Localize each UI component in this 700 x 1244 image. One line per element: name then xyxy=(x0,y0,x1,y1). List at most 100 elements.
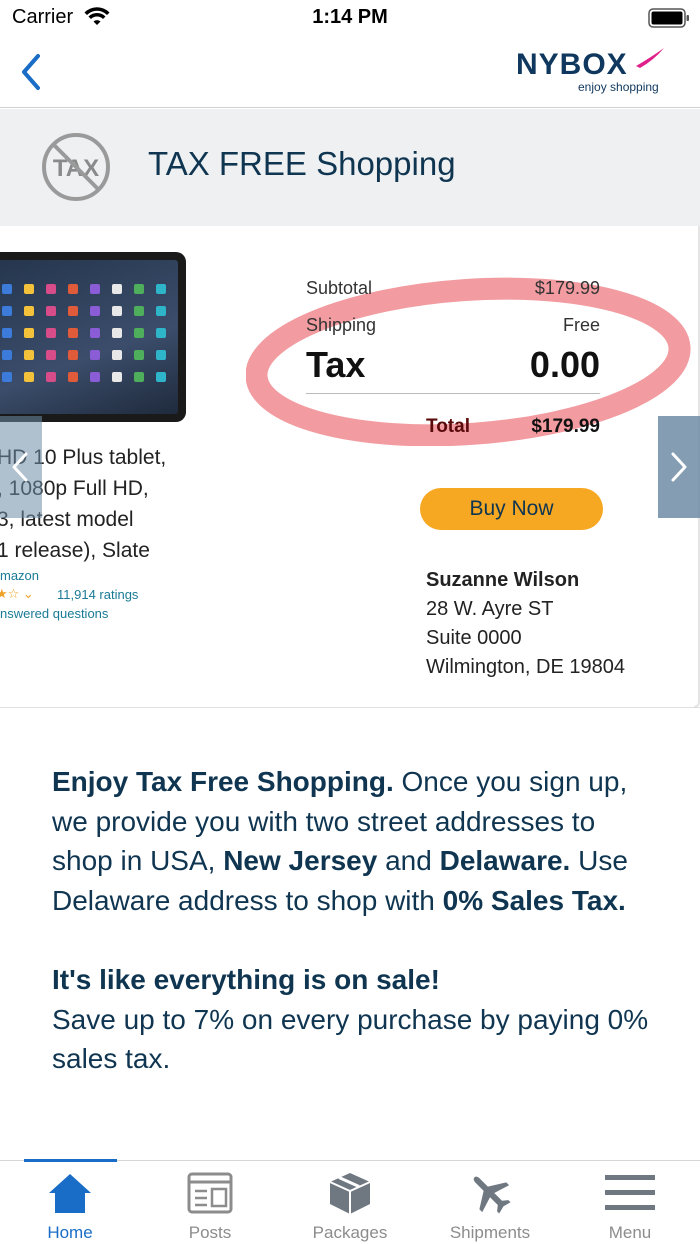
tablet-app-icon xyxy=(156,350,166,360)
banner-title-rest: Shopping xyxy=(306,145,456,182)
tablet-app-icon xyxy=(112,350,122,360)
tablet-app-icon xyxy=(68,328,78,338)
intro-bold: Enjoy Tax Free Shopping. xyxy=(52,766,394,797)
star-rating-icon: ★☆ ⌄ xyxy=(0,586,34,601)
buy-now-button[interactable]: Buy Now xyxy=(420,488,603,530)
tablet-app-icon xyxy=(90,350,100,360)
promo-carousel[interactable]: HD 10 Plus tablet, , 1080p Full HD, 3, l… xyxy=(0,226,700,708)
receipt-divider xyxy=(306,393,600,394)
address-line: 28 W. Ayre ST xyxy=(426,598,554,620)
tax-free-banner: TAX TAX FREE Shopping xyxy=(0,109,700,226)
tablet-app-icon xyxy=(46,306,56,316)
total-value: $179.99 xyxy=(531,416,600,437)
tablet-app-icon xyxy=(134,284,144,294)
chevron-left-icon xyxy=(12,452,28,482)
product-brand: mazon xyxy=(0,568,40,583)
product-title-line: 1 release), Slate xyxy=(0,539,150,562)
tablet-app-icon xyxy=(46,372,56,382)
tablet-app-icon xyxy=(2,306,12,316)
tab-home[interactable]: Home xyxy=(0,1161,140,1244)
tablet-app-icon xyxy=(156,328,166,338)
tab-shipments[interactable]: Shipments xyxy=(420,1161,560,1244)
tablet-app-icon xyxy=(90,372,100,382)
tablet-app-icon xyxy=(46,284,56,294)
tax-value: 0.00 xyxy=(529,344,600,385)
status-bar: Carrier 1:14 PM xyxy=(0,0,700,36)
nav-bar: NYBOX enjoy shopping xyxy=(0,36,700,108)
package-icon xyxy=(329,1173,371,1214)
tablet-app-icon xyxy=(134,372,144,382)
airplane-icon xyxy=(473,1176,511,1214)
tablet-app-icon xyxy=(68,350,78,360)
tablet-app-icon xyxy=(90,306,100,316)
intro-text: and xyxy=(377,845,440,877)
tablet-app-icon xyxy=(156,372,166,382)
tab-bar: Home Posts Packages Shipments Menu xyxy=(0,1159,700,1244)
tab-posts[interactable]: Posts xyxy=(140,1161,280,1244)
posts-icon xyxy=(187,1172,233,1214)
logo-swoosh-icon xyxy=(636,48,664,68)
tablet-app-icon xyxy=(46,328,56,338)
product-ratings: 11,914 ratings xyxy=(57,587,139,602)
tablet-app-icon xyxy=(134,328,144,338)
nybox-logo: NYBOX enjoy shopping xyxy=(516,46,666,96)
tablet-screen xyxy=(0,260,178,414)
shipping-address: Suzanne Wilson 28 W. Ayre ST Suite 0000 … xyxy=(426,566,625,682)
tax-row: Tax 0.00 xyxy=(306,344,600,386)
tablet-app-icon xyxy=(24,284,34,294)
shipping-label: Shipping xyxy=(306,315,377,335)
sale-paragraph: It's like everything is on sale! Save up… xyxy=(52,960,662,1079)
tab-label: Home xyxy=(47,1223,93,1242)
tablet-app-icon xyxy=(2,350,12,360)
sale-text: Save up to 7% on every purchase by payin… xyxy=(52,1003,649,1075)
subtotal-label: Subtotal xyxy=(306,278,373,298)
address-line: Suite 0000 xyxy=(426,627,522,649)
carousel-next-button[interactable] xyxy=(658,416,700,518)
logo-tagline: enjoy shopping xyxy=(578,80,659,94)
tab-label: Menu xyxy=(608,1223,652,1242)
carousel-prev-button[interactable] xyxy=(0,416,42,518)
no-tax-icon: TAX xyxy=(42,133,110,201)
tax-label: Tax xyxy=(306,344,366,385)
delaware-bold: Delaware. xyxy=(439,845,571,877)
tablet-app-icon xyxy=(24,328,34,338)
product-answered-questions: nswered questions xyxy=(0,606,109,621)
menu-icon xyxy=(605,1175,655,1210)
battery-icon xyxy=(648,8,689,28)
subtotal-value: $179.99 xyxy=(534,278,600,298)
tablet-app-icon xyxy=(2,284,12,294)
tablet-app-icon xyxy=(90,284,100,294)
banner-title: TAX FREE Shopping xyxy=(148,145,456,183)
tablet-app-icon xyxy=(46,350,56,360)
intro-paragraph: Enjoy Tax Free Shopping. Once you sign u… xyxy=(52,762,662,920)
tablet-app-icon xyxy=(24,350,34,360)
tablet-app-icon xyxy=(2,328,12,338)
sales-tax-bold: 0% Sales Tax. xyxy=(442,884,626,916)
tablet-app-icon xyxy=(134,350,144,360)
tablet-app-icon xyxy=(112,306,122,316)
banner-title-bold: TAX FREE xyxy=(148,145,307,182)
tablet-app-icon xyxy=(156,284,166,294)
home-icon xyxy=(49,1174,91,1213)
tab-label: Packages xyxy=(312,1223,388,1242)
total-label: Total xyxy=(426,416,470,437)
tablet-app-icon xyxy=(90,328,100,338)
tab-packages[interactable]: Packages xyxy=(280,1161,420,1244)
tab-menu[interactable]: Menu xyxy=(560,1161,700,1244)
logo-wordmark: NYBOX xyxy=(516,48,628,81)
tab-label: Shipments xyxy=(449,1223,531,1242)
shipping-value: Free xyxy=(562,315,600,335)
address-name: Suzanne Wilson xyxy=(426,569,580,591)
tablet-app-icon xyxy=(24,306,34,316)
back-button[interactable] xyxy=(14,50,54,94)
tax-free-description: Enjoy Tax Free Shopping. Once you sign u… xyxy=(52,762,662,1079)
tablet-app-icon xyxy=(24,372,34,382)
tablet-app-icon xyxy=(156,306,166,316)
shipping-row: Shipping Free xyxy=(306,315,600,336)
new-jersey-bold: New Jersey xyxy=(223,845,378,877)
subtotal-row: Subtotal $179.99 xyxy=(306,278,600,299)
tablet-app-icon xyxy=(68,306,78,316)
status-time: 1:14 PM xyxy=(312,6,388,28)
address-line: Wilmington, DE 19804 xyxy=(426,656,625,678)
tab-label: Posts xyxy=(188,1223,232,1242)
